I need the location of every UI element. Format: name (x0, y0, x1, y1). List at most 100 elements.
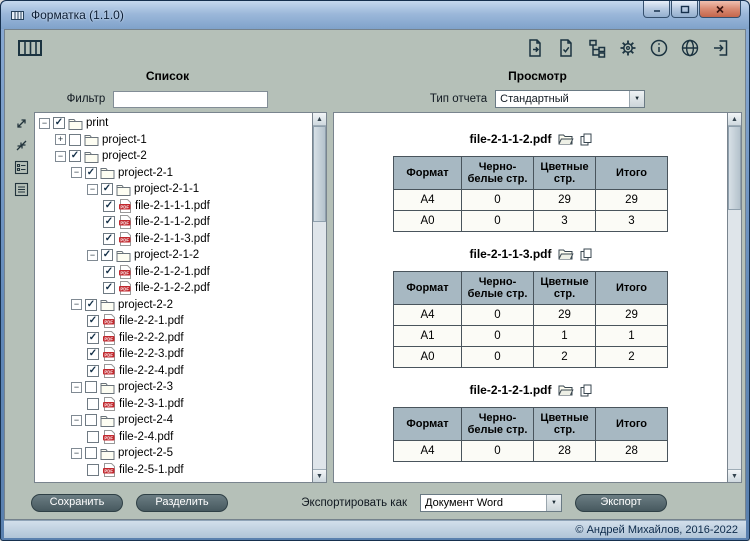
tree-row[interactable]: − ✓ print (37, 115, 312, 132)
scroll-up-icon[interactable]: ▲ (728, 113, 741, 126)
collapse-icon[interactable]: − (87, 183, 98, 195)
checkbox[interactable] (87, 397, 99, 410)
tree-row[interactable]: − ✓ project-2-1-2 (37, 247, 312, 264)
scroll-down-icon[interactable]: ▼ (313, 469, 326, 482)
tree-row[interactable]: ✓ PDF file-2-1-2-2.pdf (37, 280, 312, 297)
tree-structure-icon[interactable] (587, 38, 607, 58)
filter-input[interactable] (113, 90, 269, 108)
checkbox[interactable]: ✓ (85, 298, 97, 311)
report-scrollbar[interactable]: ▲ ▼ (728, 112, 742, 483)
collapse-icon[interactable]: − (71, 167, 82, 179)
checkbox[interactable]: ✓ (85, 166, 97, 179)
collapse-all-icon[interactable] (13, 137, 30, 153)
report-cell: 0 (461, 346, 534, 368)
report-column-header: Формат (393, 271, 462, 305)
report-scroll-track[interactable] (728, 126, 741, 469)
checkbox[interactable] (87, 463, 99, 476)
tree-scroll-thumb[interactable] (313, 126, 326, 222)
split-button[interactable]: Разделить (136, 493, 228, 512)
checkbox[interactable] (87, 430, 99, 443)
info-icon[interactable] (649, 38, 669, 58)
tree-row[interactable]: − ✓ project-2-2 (37, 297, 312, 314)
pdf-icon: PDF (102, 462, 116, 477)
tree-row[interactable]: ✓ PDF file-2-1-1-2.pdf (37, 214, 312, 231)
minimize-button[interactable] (643, 1, 670, 18)
checkbox[interactable] (85, 414, 97, 427)
report-column-header: Цветные стр. (533, 271, 596, 305)
tree-row[interactable]: ✓ PDF file-2-2-2.pdf (37, 330, 312, 347)
document-export-icon[interactable] (525, 38, 545, 58)
tree-row[interactable]: ✓ PDF file-2-1-2-1.pdf (37, 264, 312, 281)
expand-icon[interactable]: + (55, 134, 66, 146)
tree-scroll-track[interactable] (313, 126, 326, 469)
checkbox[interactable]: ✓ (103, 265, 115, 278)
checkbox[interactable] (85, 447, 97, 460)
tree-scrollbar[interactable]: ▲ ▼ (313, 112, 327, 483)
exit-icon[interactable] (711, 38, 731, 58)
scroll-down-icon[interactable]: ▼ (728, 469, 741, 482)
report-scroll-thumb[interactable] (728, 126, 741, 210)
copy-icon[interactable] (580, 248, 592, 261)
tree-row[interactable]: − project-2-3 (37, 379, 312, 396)
tree-row[interactable]: − project-2-5 (37, 445, 312, 462)
collapse-icon[interactable]: − (71, 447, 82, 459)
collapse-icon[interactable]: − (55, 150, 66, 162)
checkbox[interactable]: ✓ (101, 249, 113, 262)
scroll-up-icon[interactable]: ▲ (313, 113, 326, 126)
tree-row[interactable]: ✓ PDF file-2-2-4.pdf (37, 363, 312, 380)
checkbox[interactable]: ✓ (53, 117, 65, 130)
tree-row[interactable]: ✓ PDF file-2-2-1.pdf (37, 313, 312, 330)
checkbox[interactable] (69, 133, 81, 146)
checkbox[interactable]: ✓ (87, 348, 99, 361)
tree-row[interactable]: ✓ PDF file-2-2-3.pdf (37, 346, 312, 363)
collapse-icon[interactable]: − (39, 117, 50, 129)
copy-icon[interactable] (580, 133, 592, 146)
checkbox[interactable]: ✓ (103, 216, 115, 229)
preview-panel-body: file-2-1-1-2.pdf Формат Черно-белые стр. Цв… (333, 112, 742, 486)
checkbox[interactable]: ✓ (103, 232, 115, 245)
tree-row[interactable]: − ✓ project-2-1-1 (37, 181, 312, 198)
tree-row[interactable]: ✓ PDF file-2-1-1-3.pdf (37, 231, 312, 248)
tree-row[interactable]: − project-2-4 (37, 412, 312, 429)
title-bar: Форматка (1.1.0) (1, 1, 749, 29)
checkbox[interactable]: ✓ (87, 364, 99, 377)
open-folder-icon[interactable] (558, 133, 574, 145)
checkbox[interactable]: ✓ (87, 315, 99, 328)
tree-label: file-2-2-2.pdf (119, 331, 184, 344)
settings-gear-icon[interactable] (618, 38, 638, 58)
collapse-icon[interactable]: − (87, 249, 98, 261)
expand-all-icon[interactable] (13, 115, 30, 131)
close-button[interactable] (699, 1, 741, 18)
export-format-select[interactable]: Документ Word ▼ (420, 493, 562, 512)
checkbox[interactable]: ✓ (69, 150, 81, 163)
tree-row[interactable]: PDF file-2-4.pdf (37, 429, 312, 446)
report-type-label: Тип отчета (429, 93, 488, 105)
globe-icon[interactable] (680, 38, 700, 58)
open-folder-icon[interactable] (558, 384, 574, 396)
folder-icon (116, 249, 131, 262)
tree-row[interactable]: PDF file-2-5-1.pdf (37, 462, 312, 479)
copy-icon[interactable] (580, 384, 592, 397)
tree-row[interactable]: + project-1 (37, 132, 312, 149)
collapse-icon[interactable]: − (71, 381, 82, 393)
checkbox[interactable]: ✓ (87, 331, 99, 344)
check-all-icon[interactable] (13, 159, 30, 175)
tree-row[interactable]: PDF file-2-3-1.pdf (37, 396, 312, 413)
open-folder-icon[interactable] (558, 248, 574, 260)
checkbox[interactable] (85, 381, 97, 394)
tree-row[interactable]: ✓ PDF file-2-1-1-1.pdf (37, 198, 312, 215)
export-button[interactable]: Экспорт (575, 493, 667, 512)
save-button[interactable]: Сохранить (31, 493, 123, 512)
report-type-select[interactable]: Стандартный ▼ (495, 90, 646, 108)
tree-row[interactable]: − ✓ project-2 (37, 148, 312, 165)
checkbox[interactable]: ✓ (103, 282, 115, 295)
tree-row[interactable]: − ✓ project-2-1 (37, 165, 312, 182)
checkbox[interactable]: ✓ (101, 183, 113, 196)
checkbox[interactable]: ✓ (103, 199, 115, 212)
report-cell: 1 (533, 325, 596, 347)
collapse-icon[interactable]: − (71, 414, 82, 426)
document-check-icon[interactable] (556, 38, 576, 58)
maximize-button[interactable] (671, 1, 698, 18)
collapse-icon[interactable]: − (71, 299, 82, 311)
uncheck-all-icon[interactable] (13, 181, 30, 197)
